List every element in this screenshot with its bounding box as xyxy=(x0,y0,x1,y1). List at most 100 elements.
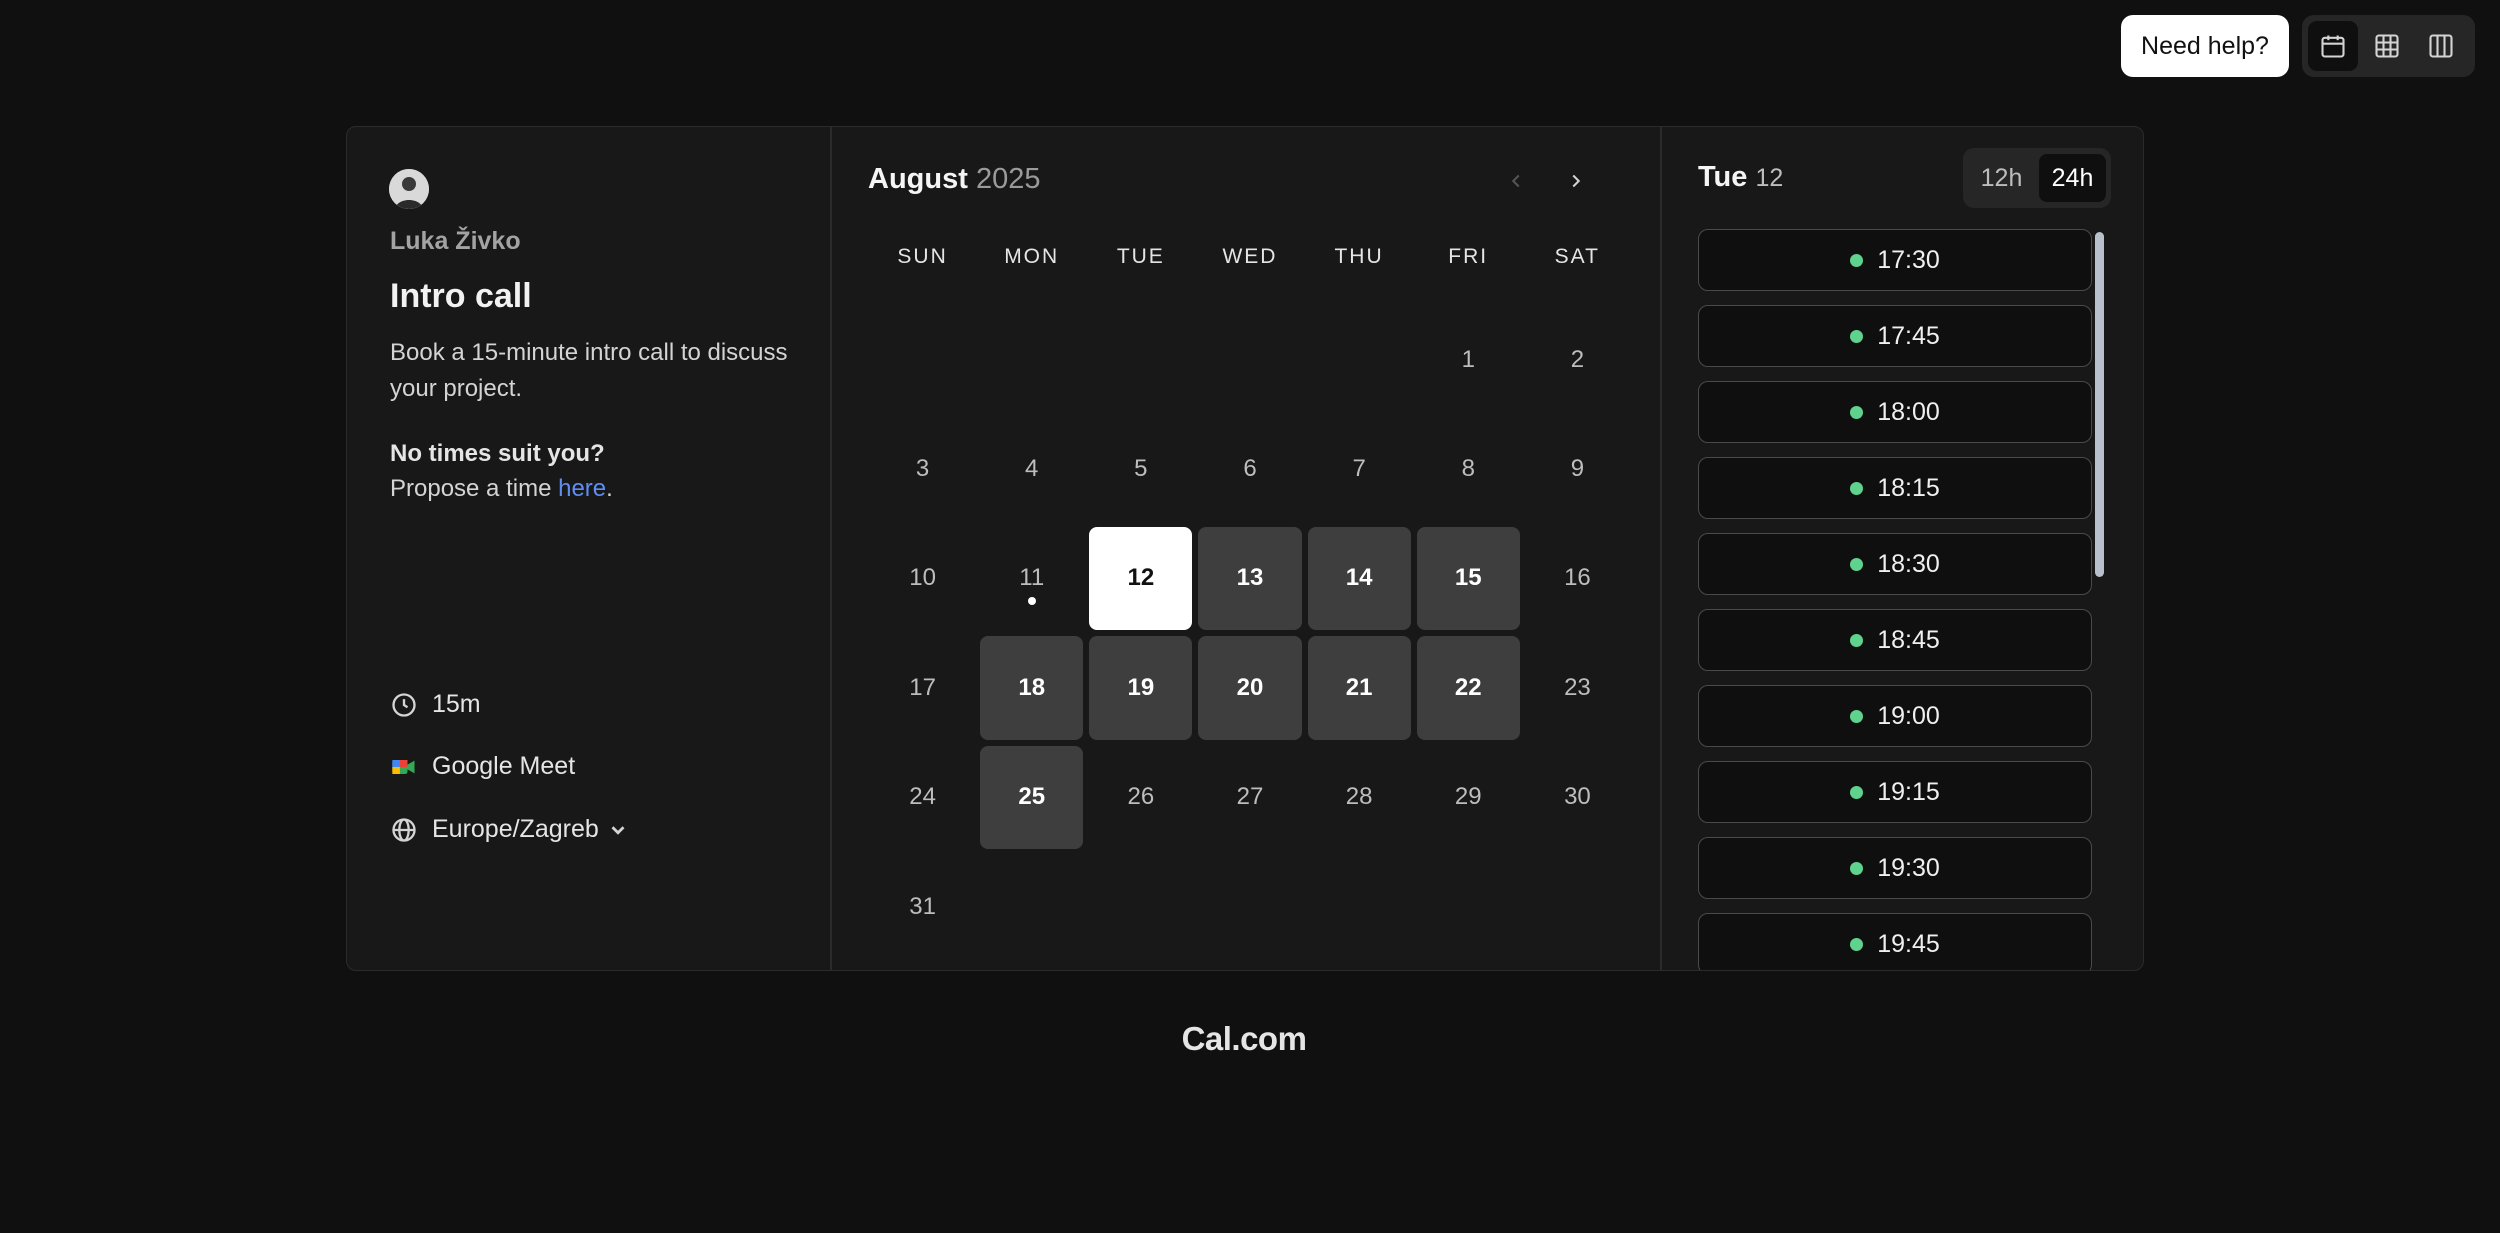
available-dot-icon xyxy=(1850,709,1864,723)
time-slot[interactable]: 17:30 xyxy=(1698,229,2092,291)
day-6: 6 xyxy=(1243,455,1257,483)
time-slot-list: 17:30 17:45 18:00 18:15 18:30 18:45 19:00 19:15… xyxy=(1698,229,2092,970)
available-dot-icon xyxy=(1850,405,1864,419)
selected-date: Tue 12 xyxy=(1698,161,1783,194)
time-slot[interactable]: 19:15 xyxy=(1698,761,2092,823)
day-20[interactable]: 20 xyxy=(1198,636,1302,740)
day-7: 7 xyxy=(1352,455,1366,483)
day-18[interactable]: 18 xyxy=(980,636,1084,740)
empty-cell xyxy=(977,305,1086,414)
day-15[interactable]: 15 xyxy=(1416,526,1520,631)
weekday-tue: TUE xyxy=(1116,245,1165,268)
avatar xyxy=(389,169,429,209)
day-29: 29 xyxy=(1454,783,1482,811)
day-1: 1 xyxy=(1461,345,1475,373)
location-label: Google Meet xyxy=(432,752,576,780)
day-30: 30 xyxy=(1564,783,1591,811)
day-22[interactable]: 22 xyxy=(1416,636,1520,740)
empty-cell xyxy=(1195,305,1304,414)
day-8: 8 xyxy=(1461,455,1475,483)
day-2: 2 xyxy=(1570,345,1585,373)
chevron-left-icon xyxy=(1511,174,1520,188)
grid-icon xyxy=(2375,34,2399,58)
prev-month-button[interactable] xyxy=(1496,161,1536,201)
weekday-fri: FRI xyxy=(1448,245,1489,268)
timezone-label: Europe/Zagreb xyxy=(432,815,599,843)
weekday-sat: SAT xyxy=(1554,245,1600,268)
propose-time-text: Propose a time here. xyxy=(390,475,613,503)
year: 2025 xyxy=(975,163,1041,195)
day-10: 10 xyxy=(909,564,936,592)
scrollbar-thumb[interactable] xyxy=(2095,232,2104,577)
event-description: Book a 15-minute intro call to discuss y… xyxy=(390,339,788,402)
time-slot-label: 17:30 xyxy=(1877,245,1940,274)
view-switcher xyxy=(2302,15,2475,77)
time-slot[interactable]: 19:45 xyxy=(1698,913,2092,970)
time-slot-label: 18:45 xyxy=(1877,625,1940,654)
format-12h-button[interactable]: 12h xyxy=(1968,154,2035,202)
day-grid: 1 2 3 4 5 6 7 8 9 10 11 12 13 14 15 16 17 18 19 20 21 22 23 24 2… xyxy=(868,305,1632,961)
time-slot[interactable]: 19:30 xyxy=(1698,837,2092,899)
clock-icon xyxy=(392,692,416,717)
empty-cell xyxy=(868,305,977,414)
time-slot-label: 18:15 xyxy=(1877,473,1940,502)
available-dot-icon xyxy=(1850,557,1864,571)
time-slot-label: 18:00 xyxy=(1877,397,1940,426)
time-slot[interactable]: 17:45 xyxy=(1698,305,2092,367)
available-dot-icon xyxy=(1850,785,1864,799)
day-19[interactable]: 19 xyxy=(1089,636,1193,740)
weekday-sun: SUN xyxy=(897,245,948,268)
day-24: 24 xyxy=(909,783,936,811)
slots-scrollbar[interactable] xyxy=(2095,127,2105,970)
weekday-mon: MON xyxy=(1004,245,1060,268)
day-13[interactable]: 13 xyxy=(1198,526,1302,631)
week-view-button[interactable] xyxy=(2362,21,2412,71)
propose-time-link[interactable]: here xyxy=(558,475,606,502)
day-14[interactable]: 14 xyxy=(1307,526,1411,631)
empty-cell xyxy=(1086,305,1195,414)
day-16: 16 xyxy=(1564,564,1591,592)
columns-icon xyxy=(2429,34,2453,58)
time-slot[interactable]: 19:00 xyxy=(1698,685,2092,747)
time-slot-label: 17:45 xyxy=(1877,321,1940,350)
need-help-button[interactable]: Need help? xyxy=(2121,15,2289,77)
available-dot-icon xyxy=(1850,861,1864,875)
month-title: August 2025 xyxy=(868,163,1040,196)
time-slot[interactable]: 18:30 xyxy=(1698,533,2092,595)
time-slot[interactable]: 18:45 xyxy=(1698,609,2092,671)
propose-prefix: Propose a time xyxy=(390,475,559,502)
time-slot[interactable]: 18:00 xyxy=(1698,381,2092,443)
day-21[interactable]: 21 xyxy=(1307,636,1411,740)
host-name: Luka Živko xyxy=(390,227,521,255)
day-23: 23 xyxy=(1564,673,1591,701)
duration-label: 15m xyxy=(432,690,481,718)
timezone-selector[interactable]: Europe/Zagreb xyxy=(390,815,629,844)
column-view-button[interactable] xyxy=(2416,21,2466,71)
day-11: 11 xyxy=(980,527,1083,630)
propose-suffix: . xyxy=(606,475,613,502)
time-slots-panel: Tue 12 12h 24h 17:30 17:45 18:00 18:15 18:30… xyxy=(1662,127,2143,970)
no-times-heading: No times suit you? xyxy=(390,440,605,467)
month-view-button[interactable] xyxy=(2308,21,2358,71)
day-12[interactable]: 12 xyxy=(1089,526,1193,631)
time-format-toggle: 12h 24h xyxy=(1963,148,2111,208)
empty-cell xyxy=(1305,305,1414,414)
google-meet-icon xyxy=(392,759,415,774)
day-4: 4 xyxy=(1025,455,1039,483)
next-month-button[interactable] xyxy=(1556,161,1596,201)
day-25[interactable]: 25 xyxy=(980,745,1084,849)
chevron-right-icon xyxy=(1572,174,1581,188)
available-dot-icon xyxy=(1850,329,1864,343)
globe-icon xyxy=(392,817,416,842)
event-info-panel: Luka Živko Intro call Book a 15-minute i… xyxy=(347,127,832,970)
today-indicator xyxy=(1027,596,1036,605)
time-slot[interactable]: 18:15 xyxy=(1698,457,2092,519)
day-17: 17 xyxy=(909,673,936,701)
month-name: August xyxy=(868,163,968,195)
day-31: 31 xyxy=(909,892,936,920)
booking-card: Luka Živko Intro call Book a 15-minute i… xyxy=(346,126,2144,971)
brand-logo[interactable]: Cal.com xyxy=(0,1020,2488,1058)
duration-row: 15m xyxy=(390,690,481,719)
day-3: 3 xyxy=(915,455,930,483)
time-slot-label: 19:15 xyxy=(1877,777,1940,806)
